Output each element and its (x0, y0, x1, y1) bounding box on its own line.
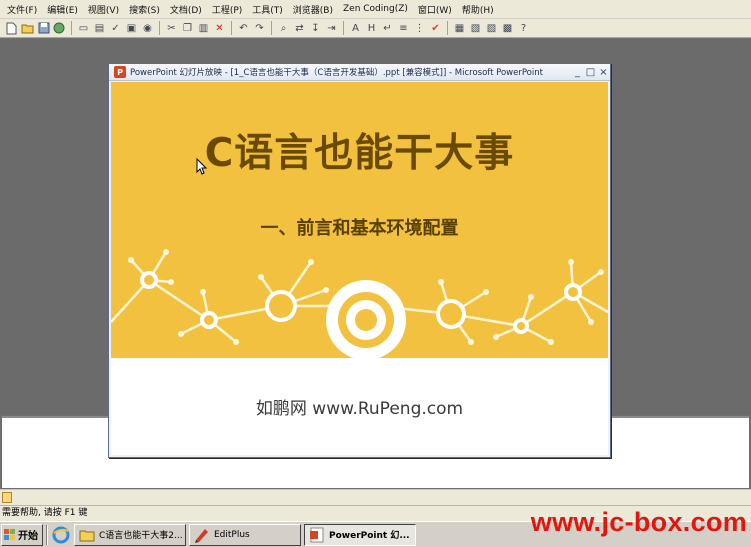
paste-icon[interactable]: ▥ (196, 21, 211, 36)
goto-icon[interactable]: ⇥ (324, 21, 339, 36)
column-icon[interactable]: ⋮ (412, 21, 427, 36)
menu-edit[interactable]: 编辑(E) (42, 3, 83, 16)
word-wrap-icon[interactable]: ↵ (380, 21, 395, 36)
new-file-icon[interactable] (4, 21, 19, 36)
directory-window-icon[interactable]: ▨ (484, 21, 499, 36)
menu-document[interactable]: 文档(D) (165, 3, 207, 16)
find-next-icon[interactable]: ↧ (308, 21, 323, 36)
help-icon[interactable]: ? (516, 21, 531, 36)
slide[interactable]: C语言也能干大事 一、前言和基本环境配置 如鹏网 www.RuPeng.com (111, 82, 608, 455)
taskbar-powerpoint-label: PowerPoint 幻... (329, 531, 410, 541)
cliptext-icon[interactable]: ▩ (500, 21, 515, 36)
taskbar-folder[interactable]: C语言也能干大事2... (74, 523, 186, 546)
menu-bar: 文件(F) 编辑(E) 视图(V) 搜索(S) 文档(D) 工程(P) 工具(T… (0, 0, 751, 19)
toolbar: ▭ ▤ ✓ ▣ ◉ ✂ ❐ ▥ ✕ ↶ ↷ ⌕ ⇄ ↧ ⇥ A H ↵ ≡ ⋮ … (0, 19, 751, 38)
delete-icon[interactable]: ✕ (212, 21, 227, 36)
status-text: 需要帮助, 请按 F1 键 (2, 508, 88, 518)
powerpoint-slideshow-window: P PowerPoint 幻灯片放映 - [1_C语言也能干大事（C语言开发基础… (108, 63, 611, 458)
taskbar-editplus-label: EditPlus (214, 529, 250, 540)
hex-icon[interactable]: H (364, 21, 379, 36)
indent-icon[interactable]: ≡ (396, 21, 411, 36)
check-icon[interactable]: ✔ (428, 21, 443, 36)
find-icon[interactable]: ⌕ (276, 21, 291, 36)
copy-icon[interactable]: ❐ (180, 21, 195, 36)
spell-check-icon[interactable]: ✓ (108, 21, 123, 36)
powerpoint-icon (310, 527, 324, 542)
window-tile-icon[interactable]: ▦ (452, 21, 467, 36)
print-preview-icon[interactable]: ▭ (76, 21, 91, 36)
menu-project[interactable]: 工程(P) (207, 3, 247, 16)
powerpoint-icon: P (114, 66, 126, 78)
browser-icon[interactable]: ▣ (124, 21, 139, 36)
internet-explorer-icon[interactable] (51, 525, 71, 545)
start-button[interactable]: 开始 (1, 523, 43, 546)
menu-help[interactable]: 帮助(H) (457, 3, 499, 16)
ppt-title-bar[interactable]: P PowerPoint 幻灯片放映 - [1_C语言也能干大事（C语言开发基础… (109, 64, 610, 81)
menu-window[interactable]: 窗口(W) (413, 3, 457, 16)
slide-footer: 如鹏网 www.RuPeng.com (255, 399, 464, 419)
taskbar-folder-label: C语言也能干大事2... (99, 531, 183, 541)
slide-subtitle: 一、前言和基本环境配置 (260, 218, 459, 239)
taskbar-editplus[interactable]: EditPlus (189, 523, 301, 546)
replace-icon[interactable]: ⇄ (292, 21, 307, 36)
slide-title: C语言也能干大事 (204, 131, 515, 176)
document-tab-icon[interactable] (2, 492, 12, 503)
start-label: 开始 (18, 531, 38, 542)
taskbar-powerpoint[interactable]: PowerPoint 幻... (304, 523, 416, 546)
menu-search[interactable]: 搜索(S) (124, 3, 165, 16)
menu-zen-coding[interactable]: Zen Coding(Z) (338, 4, 413, 14)
menu-browser[interactable]: 浏览器(B) (288, 3, 338, 16)
print-icon[interactable]: ▤ (92, 21, 107, 36)
network-graphic (111, 249, 608, 360)
ppt-window-title: PowerPoint 幻灯片放映 - [1_C语言也能干大事（C语言开发基础）.… (130, 68, 543, 78)
run-icon[interactable]: ◉ (140, 21, 155, 36)
menu-tools[interactable]: 工具(T) (247, 3, 288, 16)
mouse-cursor-icon (196, 158, 208, 175)
close-button[interactable]: × (597, 67, 610, 78)
folder-icon (79, 530, 95, 541)
undo-icon[interactable]: ↶ (236, 21, 251, 36)
document-tab-bar[interactable] (0, 489, 751, 505)
window-cascade-icon[interactable]: ▧ (468, 21, 483, 36)
menu-file[interactable]: 文件(F) (2, 3, 42, 16)
redo-icon[interactable]: ↷ (252, 21, 267, 36)
minimize-button[interactable]: _ (571, 67, 584, 78)
watermark: www.jc-box.com (530, 507, 747, 537)
menu-view[interactable]: 视图(V) (83, 3, 124, 16)
font-icon[interactable]: A (348, 21, 363, 36)
save-icon[interactable] (36, 21, 51, 36)
maximize-button[interactable]: □ (584, 67, 597, 78)
editplus-icon (195, 528, 208, 543)
save-all-icon[interactable] (52, 21, 67, 36)
open-folder-icon[interactable] (20, 21, 35, 36)
cut-icon[interactable]: ✂ (164, 21, 179, 36)
windows-logo-icon (4, 528, 16, 541)
